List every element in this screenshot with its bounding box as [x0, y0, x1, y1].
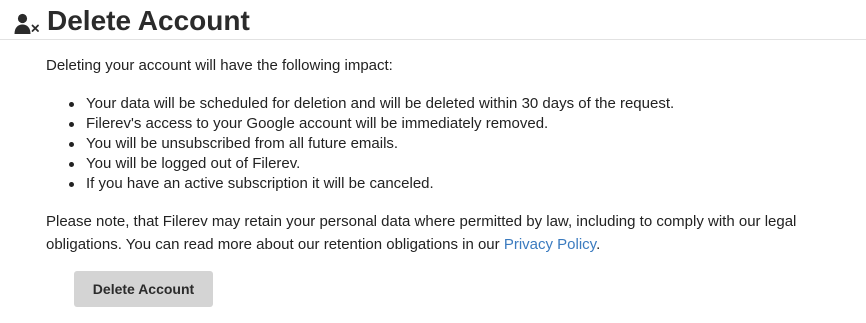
list-item: You will be logged out of Filerev. [69, 154, 846, 174]
delete-account-button[interactable]: Delete Account [74, 271, 213, 307]
list-item: You will be unsubscribed from all future… [69, 134, 846, 154]
page-header: Delete Account [0, 0, 866, 40]
user-remove-icon [14, 13, 40, 35]
list-item: If you have an active subscription it wi… [69, 174, 846, 194]
delete-account-info: Deleting your account will have the foll… [46, 56, 846, 256]
impact-intro: Deleting your account will have the foll… [46, 57, 393, 74]
privacy-policy-link[interactable]: Privacy Policy [504, 236, 596, 253]
list-item: Filerev's access to your Google account … [69, 114, 846, 134]
page-title: Delete Account [47, 5, 250, 36]
list-item: Your data will be scheduled for deletion… [69, 94, 846, 114]
impact-list: Your data will be scheduled for deletion… [46, 94, 846, 194]
retention-note: Please note, that Filerev may retain you… [46, 210, 841, 256]
retention-note-end: . [596, 236, 601, 253]
retention-note-text: Please note, that Filerev may retain you… [46, 213, 797, 253]
